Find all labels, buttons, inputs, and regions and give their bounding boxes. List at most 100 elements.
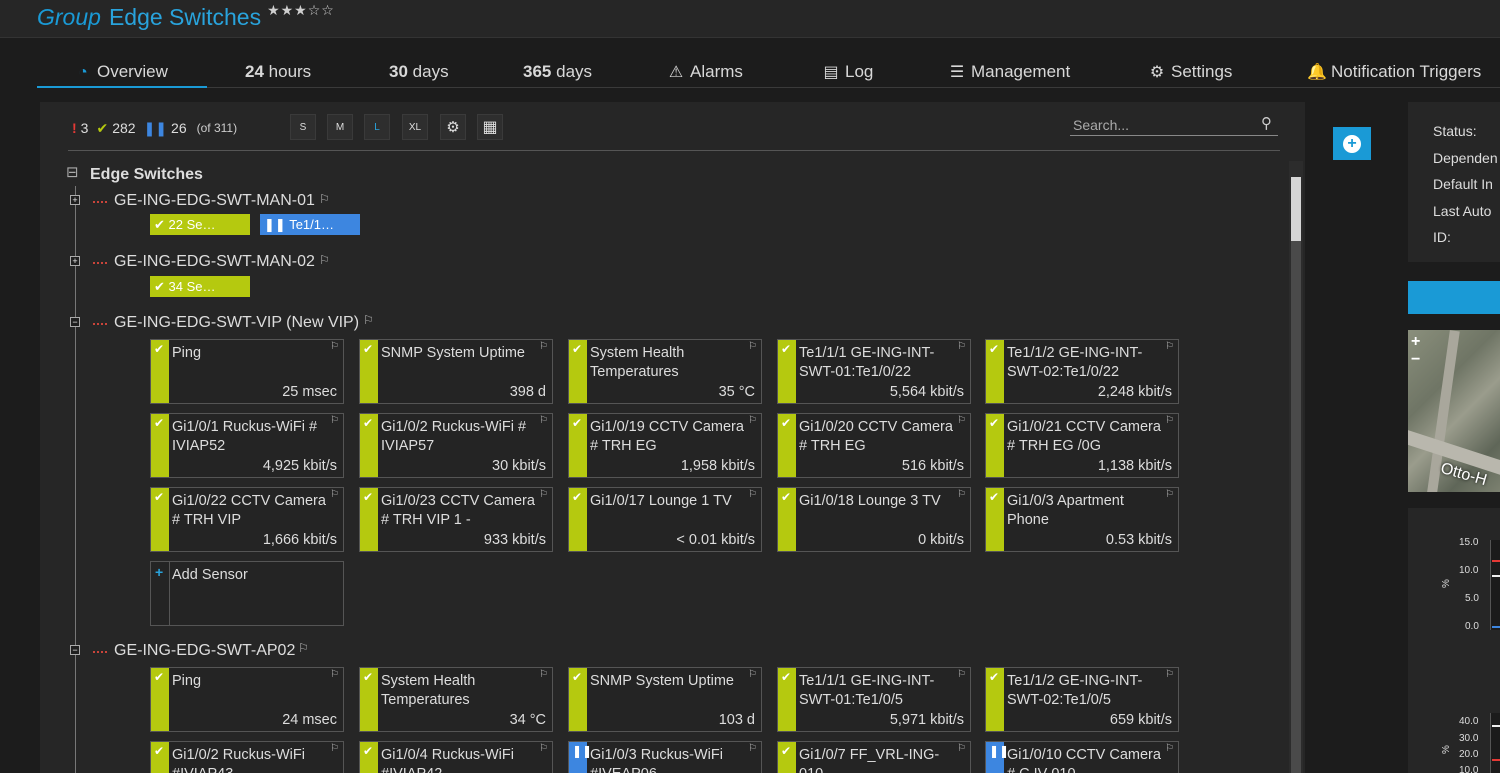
tab-24-hours[interactable]: 24 hours xyxy=(245,62,311,88)
tab-management[interactable]: ☰ Management xyxy=(947,62,1070,88)
sensor-tile[interactable]: ✔ Gi1/0/19 CCTV Camera # TRH EG 1,958 kbit… xyxy=(568,413,762,478)
geo-map[interactable]: + − Otto-H xyxy=(1408,330,1500,492)
sensor-summary-pill[interactable]: ✔ 34 Se… xyxy=(150,276,250,297)
tab-365-days[interactable]: 365 days xyxy=(523,62,592,88)
paused-count[interactable]: ❚❚ 26 xyxy=(144,120,187,137)
sensor-tile[interactable]: ✔ Gi1/0/1 Ruckus-WiFi # IVIAP52 4,925 kbit… xyxy=(150,413,344,478)
flag-icon[interactable]: ⚐ xyxy=(957,415,966,426)
flag-icon[interactable]: ⚐ xyxy=(957,341,966,352)
add-object-button[interactable]: + xyxy=(1333,127,1371,160)
sensor-tile[interactable]: ✔ Gi1/0/18 Lounge 3 TV 0 kbit/s ⚐ xyxy=(777,487,971,552)
sensor-tile[interactable]: ✔ SNMP System Uptime 103 d ⚐ xyxy=(568,667,762,732)
sensor-tile[interactable]: ✔ Te1/1/1 GE-ING-INT-SWT-01:Te1/0/5 5,971 … xyxy=(777,667,971,732)
expand-icon[interactable]: + xyxy=(70,195,80,205)
size-m-button[interactable]: M xyxy=(327,114,353,140)
up-count-value: 282 xyxy=(112,120,136,136)
down-count[interactable]: ! 3 xyxy=(72,120,88,136)
flag-icon[interactable]: ⚐ xyxy=(319,253,330,267)
tab-30-days[interactable]: 30 days xyxy=(389,62,449,88)
grid-view-icon[interactable]: ▦ xyxy=(477,114,503,140)
flag-icon[interactable]: ⚐ xyxy=(748,669,757,680)
sensor-tile[interactable]: ✔ Ping 24 msec ⚐ xyxy=(150,667,344,732)
up-count[interactable]: ✔ 282 xyxy=(96,120,135,137)
flag-icon[interactable]: ⚐ xyxy=(539,743,548,754)
flag-icon[interactable]: ⚐ xyxy=(330,669,339,680)
flag-icon[interactable]: ⚐ xyxy=(1165,341,1174,352)
flag-icon[interactable]: ⚐ xyxy=(1165,489,1174,500)
device-name[interactable]: GE-ING-EDG-SWT-AP02 xyxy=(114,642,295,660)
flag-icon[interactable]: ⚐ xyxy=(1165,415,1174,426)
flag-icon[interactable]: ⚐ xyxy=(539,669,548,680)
mini-chart[interactable] xyxy=(1490,540,1500,630)
flag-icon[interactable]: ⚐ xyxy=(330,415,339,426)
size-l-button[interactable]: L xyxy=(364,114,390,140)
device-name[interactable]: GE-ING-EDG-SWT-MAN-02 xyxy=(114,253,315,271)
flag-icon[interactable]: ⚐ xyxy=(319,192,330,206)
sensor-tile[interactable]: ✔ Gi1/0/4 Ruckus-WiFi #IVIAP42 ⚐ xyxy=(359,741,553,773)
scrollbar[interactable] xyxy=(1289,161,1303,773)
flag-icon[interactable]: ⚐ xyxy=(539,415,548,426)
sensor-tile[interactable]: ✔ Gi1/0/22 CCTV Camera # TRH VIP 1,666 kbi… xyxy=(150,487,344,552)
sensor-tile[interactable]: ✔ System Health Temperatures 34 °C ⚐ xyxy=(359,667,553,732)
size-xl-button[interactable]: XL xyxy=(402,114,428,140)
flag-icon[interactable]: ⚐ xyxy=(363,313,374,327)
sensor-tile[interactable]: ✔ Gi1/0/21 CCTV Camera # TRH EG /0G 1,138 … xyxy=(985,413,1179,478)
sensor-summary-pill[interactable]: ❚❚ Te1/1… xyxy=(260,214,360,235)
sensor-tile[interactable]: ✔ Gi1/0/17 Lounge 1 TV < 0.01 kbit/s ⚐ xyxy=(568,487,762,552)
add-sensor-tile[interactable]: + Add Sensor xyxy=(150,561,344,626)
sensor-tile[interactable]: ✔ Gi1/0/2 Ruckus-WiFi # IVIAP57 30 kbit/s ⚐ xyxy=(359,413,553,478)
sensor-tile[interactable]: ✔ Gi1/0/7 FF_VRL-ING-010 ⚐ xyxy=(777,741,971,773)
flag-icon[interactable]: ⚐ xyxy=(748,743,757,754)
sensor-tile[interactable]: ✔ Gi1/0/20 CCTV Camera # TRH EG 516 kbit/s… xyxy=(777,413,971,478)
sensor-tile[interactable]: ❚❚Gi1/0/10 CCTV Camera # C IV 010⚐ xyxy=(985,741,1179,773)
tab-overview[interactable]: ◔ Overview xyxy=(37,62,207,88)
tab-settings[interactable]: ⚙ Settings xyxy=(1147,62,1233,88)
sensor-tile[interactable]: ✔ Te1/1/2 GE-ING-INT-SWT-02:Te1/0/22 2,248… xyxy=(985,339,1179,404)
flag-icon[interactable]: ⚐ xyxy=(539,341,548,352)
tab-log[interactable]: ▤ Log xyxy=(821,62,873,88)
flag-icon[interactable]: ⚐ xyxy=(957,669,966,680)
check-icon: ✔ xyxy=(781,342,792,356)
flag-icon[interactable]: ⚐ xyxy=(957,489,966,500)
zoom-in-icon[interactable]: + xyxy=(1411,333,1437,351)
tab-alarms[interactable]: ⚠ Alarms xyxy=(666,62,743,88)
scroll-thumb[interactable] xyxy=(1291,177,1301,241)
collapse-icon[interactable]: − xyxy=(70,317,80,327)
flag-icon[interactable]: ⚐ xyxy=(748,341,757,352)
flag-icon[interactable]: ⚐ xyxy=(1165,669,1174,680)
priority-stars[interactable]: ★★★☆☆ xyxy=(267,2,335,18)
flag-icon[interactable]: ⚐ xyxy=(298,641,309,655)
view-settings-icon[interactable]: ⚙ xyxy=(440,114,466,140)
tree-group-title[interactable]: Edge Switches xyxy=(90,166,203,184)
zoom-out-icon[interactable]: − xyxy=(1411,351,1437,369)
collapse-icon[interactable]: − xyxy=(70,645,80,655)
flag-icon[interactable]: ⚐ xyxy=(330,489,339,500)
flag-icon[interactable]: ⚐ xyxy=(957,743,966,754)
sensor-tile[interactable]: ✔ Te1/1/1 GE-ING-INT-SWT-01:Te1/0/22 5,564… xyxy=(777,339,971,404)
flag-icon[interactable]: ⚐ xyxy=(748,415,757,426)
flag-icon[interactable]: ⚐ xyxy=(330,743,339,754)
sensor-tile[interactable]: ✔ Gi1/0/23 CCTV Camera # TRH VIP 1 - 933 k… xyxy=(359,487,553,552)
search-icon[interactable]: ⚲ xyxy=(1261,114,1272,132)
device-name[interactable]: GE-ING-EDG-SWT-MAN-01 xyxy=(114,192,315,210)
tab-24-hours-num: 24 xyxy=(245,62,264,81)
flag-icon[interactable]: ⚐ xyxy=(539,489,548,500)
sensor-tile[interactable]: ✔ Gi1/0/2 Ruckus-WiFi #IVIAP43 ⚐ xyxy=(150,741,344,773)
sensor-tile[interactable]: ✔ Te1/1/2 GE-ING-INT-SWT-02:Te1/0/5 659 kb… xyxy=(985,667,1179,732)
sensor-tile[interactable]: ✔ SNMP System Uptime 398 d ⚐ xyxy=(359,339,553,404)
sensor-summary-pill[interactable]: ✔ 22 Se… xyxy=(150,214,250,235)
sensor-tile[interactable]: ❚❚Gi1/0/3 Ruckus-WiFi #IVEAP06⚐ xyxy=(568,741,762,773)
mini-chart[interactable] xyxy=(1490,713,1500,773)
expand-icon[interactable]: + xyxy=(70,256,80,266)
flag-icon[interactable]: ⚐ xyxy=(330,341,339,352)
sensor-tile[interactable]: ✔ System Health Temperatures 35 °C ⚐ xyxy=(568,339,762,404)
flag-icon[interactable]: ⚐ xyxy=(1165,743,1174,754)
map-zoom-controls[interactable]: + − xyxy=(1411,333,1437,373)
search-input[interactable] xyxy=(1070,114,1250,136)
sensor-tile[interactable]: ✔ Gi1/0/3 Apartment Phone 0.53 kbit/s ⚐ xyxy=(985,487,1179,552)
tab-notification-triggers[interactable]: 🔔 Notification Triggers xyxy=(1307,62,1481,88)
device-name[interactable]: GE-ING-EDG-SWT-VIP (New VIP) xyxy=(114,314,359,332)
size-s-button[interactable]: S xyxy=(290,114,316,140)
flag-icon[interactable]: ⚐ xyxy=(748,489,757,500)
sensor-tile[interactable]: ✔ Ping 25 msec ⚐ xyxy=(150,339,344,404)
